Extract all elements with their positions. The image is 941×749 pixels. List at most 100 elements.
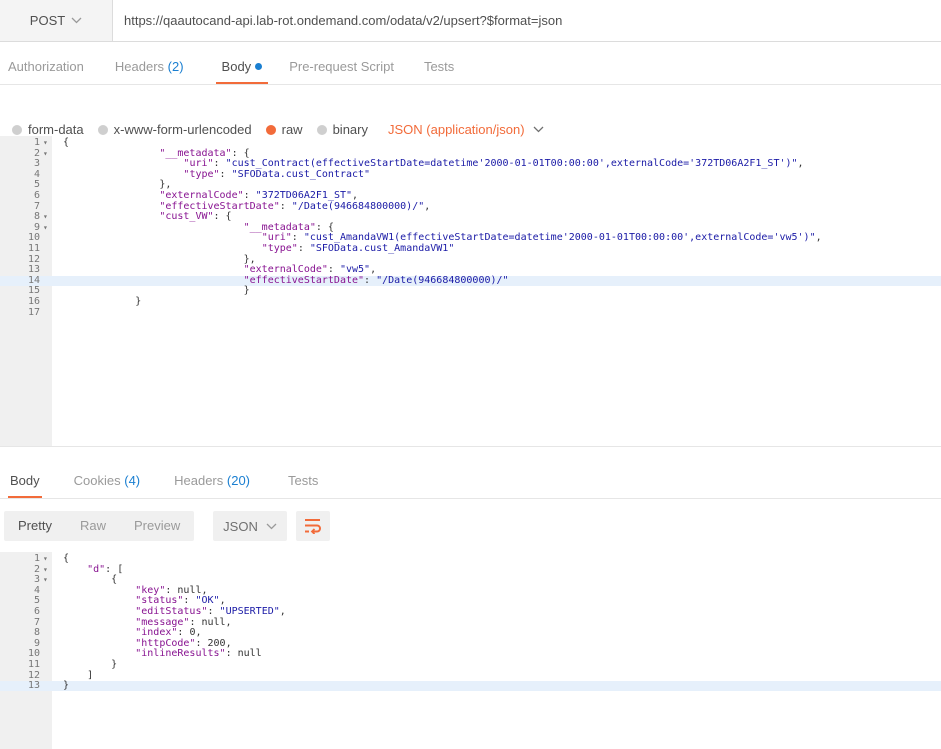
- code-line: 15 }: [0, 286, 941, 296]
- code-line: 1 ▾ {: [0, 554, 941, 564]
- line-number: 15: [27, 285, 40, 297]
- tab-response-tests[interactable]: Tests: [288, 466, 318, 498]
- code-line: 12 ]: [0, 669, 941, 681]
- view-mode-group: Pretty Raw Preview: [4, 511, 195, 541]
- line-number: 8: [33, 627, 40, 639]
- radio-icon: [12, 124, 22, 135]
- radio-raw[interactable]: raw: [265, 122, 303, 137]
- code-text: "d": [: [87, 563, 124, 575]
- tab-authorization[interactable]: Authorization: [8, 52, 84, 84]
- code-text: {: [63, 574, 118, 586]
- fold-toggle-icon[interactable]: ▾: [43, 138, 48, 148]
- code-text: "message": null,: [135, 616, 232, 628]
- code-line: 4 "type": "SFOData.cust_Contract": [0, 168, 941, 180]
- tab-response-headers[interactable]: Headers (20): [174, 466, 250, 498]
- code-line: 10 "uri": "cust_AmandaVW1(effectiveStart…: [0, 233, 941, 243]
- tab-tests[interactable]: Tests: [424, 52, 454, 84]
- format-select[interactable]: JSON: [213, 511, 287, 541]
- response-tabs: Body Cookies (4) Headers (20) Tests: [0, 466, 318, 498]
- chevron-down-icon: [71, 17, 82, 24]
- fold-toggle-icon[interactable]: ▾: [43, 554, 48, 564]
- code-line: 8 "index": 0,: [0, 628, 941, 638]
- line-number: 10: [27, 232, 40, 244]
- code-text: },: [63, 179, 172, 191]
- preview-button[interactable]: Preview: [120, 511, 194, 541]
- pretty-button[interactable]: Pretty: [4, 511, 66, 541]
- tab-pre-request-script[interactable]: Pre-request Script: [289, 52, 394, 84]
- fold-toggle-icon[interactable]: ▾: [43, 149, 48, 159]
- content-type-label: JSON (application/json): [388, 122, 525, 137]
- line-number: 12: [27, 669, 40, 681]
- fold-toggle-icon[interactable]: ▾: [43, 223, 48, 233]
- code-text: "key": null,: [135, 584, 208, 596]
- fold-toggle-icon[interactable]: ▾: [43, 565, 48, 575]
- code-text: "index": 0,: [135, 627, 202, 639]
- response-headers-count: (20): [226, 473, 251, 488]
- tab-body[interactable]: Body: [215, 52, 269, 84]
- code-line: 10 "inlineResults": null: [0, 649, 941, 659]
- request-body-editor[interactable]: 1 ▾{2 ▾ "__metadata": {3 "uri": "cust_Cont…: [0, 136, 941, 446]
- line-number: 13: [27, 264, 40, 276]
- fold-toggle-icon[interactable]: ▾: [43, 575, 48, 585]
- tab-label: Authorization: [8, 59, 84, 74]
- tab-label: Headers: [174, 473, 224, 488]
- line-number: 4: [33, 168, 40, 180]
- code-line: 7 "message": null,: [0, 616, 941, 628]
- tab-label: Headers: [114, 59, 165, 74]
- code-line: 5 "status": "OK",: [0, 596, 941, 606]
- content-type-select[interactable]: JSON (application/json): [388, 122, 544, 137]
- fold-toggle-icon[interactable]: ▾: [43, 212, 48, 222]
- radio-form-data[interactable]: form-data: [12, 122, 84, 137]
- url-input[interactable]: https://qaautocand-api.lab-rot.ondemand.…: [124, 0, 562, 41]
- line-number: 1: [33, 137, 40, 148]
- radio-urlencoded[interactable]: x-www-form-urlencoded: [97, 122, 252, 137]
- divider: [0, 498, 941, 499]
- code-text: "type": "SFOData.cust_AmandaVW1": [261, 243, 455, 254]
- code-line: 13}: [0, 681, 941, 692]
- code-line: 13 "externalCode": "vw5",: [0, 265, 941, 275]
- raw-button[interactable]: Raw: [66, 511, 120, 541]
- code-line: 11 }: [0, 660, 941, 670]
- line-number: 7: [33, 616, 40, 628]
- line-number: 2: [33, 147, 40, 159]
- line-number: 3: [33, 574, 40, 586]
- code-text: "uri": "cust_AmandaVW1(effectiveStartDat…: [261, 232, 822, 244]
- modified-dot-icon: [255, 63, 263, 70]
- code-line: 2 ▾ "__metadata": {: [0, 147, 941, 159]
- method-select[interactable]: POST: [0, 0, 113, 41]
- code-line: 16 }: [0, 297, 941, 307]
- line-number: 14: [27, 274, 40, 286]
- radio-binary[interactable]: binary: [316, 122, 368, 137]
- code-text: {: [63, 553, 70, 564]
- line-number: 10: [27, 648, 40, 660]
- cookies-count: (4): [124, 473, 141, 488]
- wrap-lines-button[interactable]: [296, 511, 330, 541]
- code-line: 5 },: [0, 180, 941, 190]
- response-toolbar: Pretty Raw Preview JSON: [0, 511, 941, 545]
- code-text: }: [63, 296, 142, 307]
- code-line: 4 "key": null,: [0, 584, 941, 596]
- response-body-viewer[interactable]: 1 ▾{2 ▾ "d": [3 ▾ {4 "key": null, 5 "status"…: [0, 552, 941, 749]
- code-text: "inlineResults": null: [135, 648, 262, 660]
- code-line: 2 ▾ "d": [: [0, 563, 941, 575]
- tab-response-body[interactable]: Body: [8, 466, 42, 498]
- code-line: 1 ▾ {: [0, 138, 941, 148]
- code-text: "__metadata": {: [243, 221, 334, 233]
- wrap-lines-icon: [305, 519, 321, 534]
- tab-cookies[interactable]: Cookies (4): [74, 466, 140, 498]
- code-text: "externalCode": "372TD06A2F1_ST",: [159, 190, 359, 201]
- code-text: "editStatus": "UPSERTED",: [135, 606, 286, 617]
- code-text: "effectiveStartDate": "/Date(94668480000…: [159, 200, 431, 212]
- code-line: 9 "httpCode": 200,: [0, 638, 941, 649]
- line-number: 9: [33, 221, 40, 233]
- tab-headers[interactable]: Headers (2): [115, 52, 184, 84]
- radio-icon: [316, 124, 327, 135]
- code-text: }: [63, 285, 250, 297]
- line-number: 11: [27, 243, 40, 254]
- line-number: 1: [33, 553, 40, 564]
- line-number: 7: [33, 200, 40, 212]
- code-text: "effectiveStartDate": "/Date(94668480000…: [243, 274, 509, 286]
- line-number: 11: [27, 659, 40, 670]
- code-line: 14 "effectiveStartDate": "/Date(94668480…: [0, 274, 941, 286]
- headers-count: (2): [167, 59, 184, 74]
